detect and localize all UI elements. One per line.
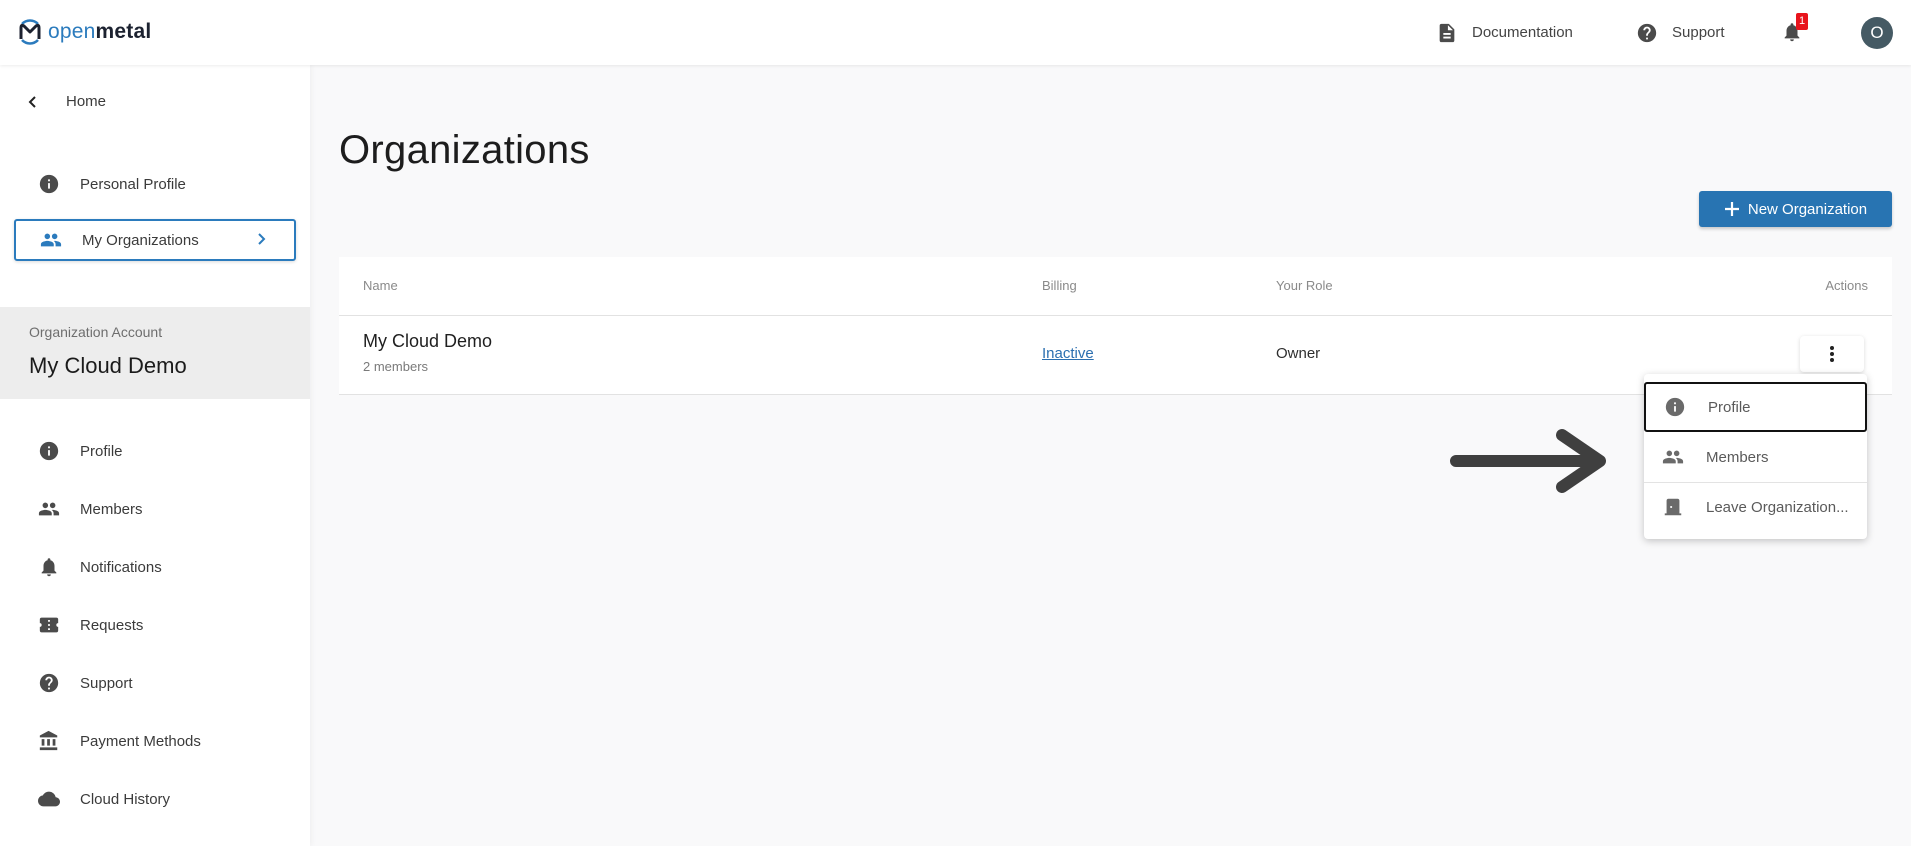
sidebar-item-personal-profile[interactable]: Personal Profile — [14, 163, 296, 205]
menu-item-leave-organization[interactable]: Leave Organization... — [1644, 482, 1867, 532]
sidebar-item-label: Personal Profile — [80, 175, 186, 193]
sidebar-item-profile[interactable]: Profile — [14, 430, 296, 472]
info-icon — [1663, 395, 1687, 419]
sidebar-item-requests[interactable]: Requests — [14, 604, 296, 646]
row-actions-menu: Profile Members Leave Organization... — [1644, 374, 1867, 539]
bank-icon — [36, 730, 62, 752]
billing-status-link[interactable]: Inactive — [1042, 345, 1094, 362]
sidebar-item-cloud-history[interactable]: Cloud History — [14, 778, 296, 820]
sidebar-item-label: Payment Methods — [80, 732, 201, 750]
people-icon — [38, 229, 64, 251]
people-icon — [36, 498, 62, 520]
menu-item-label: Profile — [1708, 398, 1751, 416]
documentation-label: Documentation — [1472, 24, 1573, 41]
openmetal-logo[interactable]: openmetal — [16, 18, 151, 46]
notification-badge: 1 — [1796, 12, 1808, 30]
sidebar-item-my-organizations[interactable]: My Organizations — [14, 219, 296, 261]
new-organization-button[interactable]: New Organization — [1699, 191, 1892, 227]
sidebar-item-label: Notifications — [80, 558, 162, 576]
people-icon — [1661, 445, 1685, 469]
sidebar-item-notifications[interactable]: Notifications — [14, 546, 296, 588]
plus-icon — [1724, 202, 1739, 216]
help-icon — [1637, 23, 1657, 42]
documentation-link[interactable]: Documentation — [1436, 0, 1573, 65]
column-header-name: Name — [363, 278, 398, 293]
sidebar-item-support[interactable]: Support — [14, 662, 296, 704]
sidebar-item-label: Requests — [80, 616, 144, 634]
header-divider — [339, 315, 1892, 316]
support-label: Support — [1672, 24, 1725, 41]
chevron-right-icon — [258, 233, 266, 245]
door-icon — [1661, 495, 1685, 519]
menu-item-members[interactable]: Members — [1644, 432, 1867, 482]
column-header-role: Your Role — [1276, 278, 1333, 293]
home-link[interactable]: Home — [26, 93, 106, 110]
column-header-billing: Billing — [1042, 278, 1077, 293]
member-count: 2 members — [363, 359, 429, 374]
support-link[interactable]: Support — [1636, 0, 1725, 65]
new-organization-label: New Organization — [1747, 200, 1868, 218]
organization-account-header: Organization Account My Cloud Demo — [0, 307, 310, 399]
menu-item-profile[interactable]: Profile — [1644, 382, 1867, 432]
sidebar-item-label: Profile — [80, 442, 123, 460]
org-name: My Cloud Demo — [29, 353, 187, 378]
notifications-button[interactable]: 1 — [1781, 0, 1808, 65]
sidebar-item-label: Members — [80, 500, 143, 518]
ticket-icon — [36, 614, 62, 636]
chevron-left-icon — [28, 95, 36, 108]
menu-item-label: Members — [1706, 448, 1769, 466]
document-icon — [1439, 23, 1455, 42]
bell-icon — [36, 556, 62, 578]
cloud-icon — [36, 788, 62, 810]
info-icon — [36, 173, 62, 195]
info-icon — [36, 440, 62, 462]
user-avatar[interactable]: O — [1861, 17, 1893, 49]
sidebar-item-label: Support — [80, 674, 133, 692]
sidebar-item-payment-methods[interactable]: Payment Methods — [14, 720, 296, 762]
org-section-label: Organization Account — [29, 324, 163, 340]
brand-name: openmetal — [48, 20, 152, 43]
sidebar: Home Personal Profile My Organizations O… — [0, 65, 310, 846]
help-icon — [36, 672, 62, 694]
page-title: Organizations — [339, 128, 590, 172]
sidebar-item-members[interactable]: Members — [14, 488, 296, 530]
sidebar-item-label: My Organizations — [82, 231, 199, 249]
annotation-arrow-icon — [1450, 429, 1606, 493]
role-cell: Owner — [1276, 345, 1321, 362]
row-actions-button[interactable] — [1800, 336, 1864, 372]
menu-item-label: Leave Organization... — [1706, 498, 1849, 516]
more-vertical-icon — [1830, 346, 1834, 362]
sidebar-item-label: Cloud History — [80, 790, 171, 808]
openmetal-logo-icon — [19, 19, 41, 45]
home-label: Home — [66, 93, 107, 110]
top-bar: openmetal Documentation Support 1 O — [0, 0, 1911, 65]
column-header-actions: Actions — [1825, 278, 1868, 293]
org-name-cell: My Cloud Demo — [363, 331, 493, 351]
